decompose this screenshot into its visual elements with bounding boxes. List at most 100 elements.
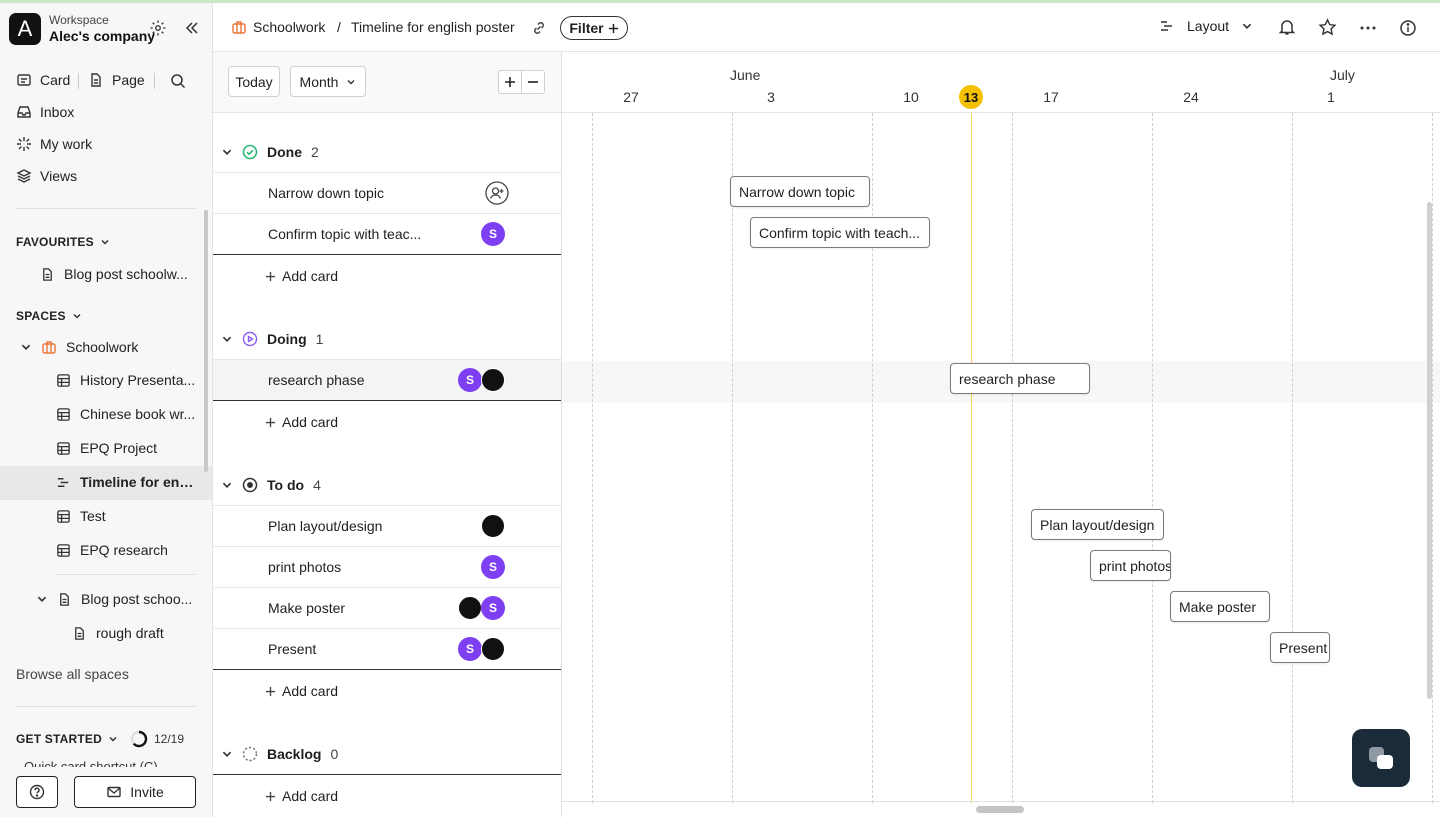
separator (154, 73, 155, 89)
sidebar-scrollbar[interactable] (204, 210, 208, 472)
space-item-chinese[interactable]: Chinese book wr... (56, 406, 198, 422)
group-name: Doing (267, 331, 307, 347)
chevron-down-icon[interactable] (221, 146, 233, 158)
space-item-timeline[interactable]: Timeline for eng... (56, 474, 198, 490)
workspace-name[interactable]: Alec's company (49, 28, 155, 44)
spaces-header[interactable]: SPACES (16, 309, 82, 323)
space-item-epq-project[interactable]: EPQ Project (56, 440, 198, 456)
timeline-bar[interactable]: research phase (950, 363, 1090, 394)
group-header-done[interactable]: Done 2 (221, 144, 319, 160)
filter-button[interactable]: Filter (560, 16, 628, 40)
space-item-history[interactable]: History Presenta... (56, 372, 198, 388)
timeline-bar[interactable]: print photos (1090, 550, 1171, 581)
nav-inbox-label: Inbox (40, 104, 75, 120)
space-item-label: Timeline for eng... (80, 474, 198, 490)
timeline-bar[interactable]: Narrow down topic (730, 176, 870, 207)
link-icon[interactable] (531, 20, 547, 36)
space-item-label: Chinese book wr... (80, 406, 196, 422)
card-row[interactable]: Narrow down topic (213, 172, 561, 213)
chat-widget-button[interactable] (1352, 729, 1410, 787)
check-circle-icon (242, 144, 258, 160)
collapse-sidebar-icon[interactable] (184, 20, 200, 36)
card-row[interactable]: print photos S (213, 546, 561, 587)
help-button[interactable] (16, 776, 58, 808)
bell-icon[interactable] (1278, 18, 1296, 36)
avatar[interactable]: S (481, 222, 505, 246)
avatar[interactable]: S (481, 596, 505, 620)
add-card-row[interactable]: Add card (213, 669, 561, 710)
quick-card-item[interactable]: Quick card shortcut (C) (0, 757, 212, 767)
star-icon[interactable] (1318, 18, 1337, 37)
add-assignee-icon[interactable] (485, 181, 509, 205)
chevron-down-icon[interactable] (221, 748, 233, 760)
avatar[interactable] (481, 514, 505, 538)
page-title[interactable]: Timeline for english poster (351, 19, 515, 35)
space-item-epq-research[interactable]: EPQ research (56, 542, 198, 558)
day-label: 27 (623, 89, 639, 105)
add-card-row[interactable]: Add card (213, 774, 561, 815)
today-marker[interactable]: 13 (959, 85, 983, 109)
card-row[interactable]: Make poster S (213, 587, 561, 628)
space-item-label: rough draft (96, 625, 164, 641)
search-icon[interactable] (170, 73, 186, 89)
timeline-bar[interactable]: Confirm topic with teach... (750, 217, 930, 248)
card-list-panel: Today Month Done 2 Narrow down topic Con… (213, 52, 562, 817)
avatar[interactable] (458, 596, 482, 620)
add-card-row[interactable]: Add card (213, 400, 561, 441)
nav-my-work[interactable]: My work (16, 136, 92, 152)
timeline-bar[interactable]: Present (1270, 632, 1330, 663)
chat-icon (1368, 746, 1396, 772)
favourite-blog-post[interactable]: Blog post schoolw... (40, 266, 196, 282)
zoom-out-button[interactable] (521, 70, 545, 94)
timeline-horizontal-scrollbar[interactable] (976, 806, 1024, 813)
timeline-vertical-scrollbar[interactable] (1427, 202, 1432, 699)
card-row[interactable]: research phase S (213, 359, 561, 400)
mail-icon (106, 784, 122, 800)
chevron-down-icon[interactable] (20, 341, 32, 353)
breadcrumb-space[interactable]: Schoolwork (253, 19, 325, 35)
avatar[interactable] (481, 637, 505, 661)
avatar[interactable]: S (458, 637, 482, 661)
card-row[interactable]: Confirm topic with teac... S (213, 213, 561, 254)
more-icon[interactable] (1359, 19, 1377, 37)
nav-views[interactable]: Views (16, 168, 77, 184)
add-card-row[interactable]: Add card (213, 254, 561, 295)
zoom-in-button[interactable] (498, 70, 522, 94)
card-title: Narrow down topic (268, 185, 384, 201)
workspace-logo[interactable]: A (9, 13, 41, 45)
nav-inbox[interactable]: Inbox (16, 104, 74, 120)
group-header-todo[interactable]: To do 4 (221, 477, 321, 493)
timeline-bar[interactable]: Make poster (1170, 591, 1270, 622)
card-row[interactable]: Present S (213, 628, 561, 669)
invite-button[interactable]: Invite (74, 776, 196, 808)
chevron-down-icon[interactable] (36, 593, 48, 605)
space-schoolwork[interactable]: Schoolwork (20, 339, 138, 355)
group-header-doing[interactable]: Doing 1 (221, 331, 323, 347)
timeline-bar[interactable]: Plan layout/design (1031, 509, 1164, 540)
favourites-header[interactable]: FAVOURITES (16, 235, 110, 249)
today-button[interactable]: Today (228, 66, 280, 97)
layout-button[interactable]: Layout (1159, 18, 1253, 34)
chevron-down-icon[interactable] (221, 333, 233, 345)
browse-all-spaces-link[interactable]: Browse all spaces (16, 666, 129, 682)
main-area: Schoolwork / Timeline for english poster… (213, 3, 1440, 817)
avatar[interactable]: S (481, 555, 505, 579)
new-page-button[interactable]: Page (88, 72, 145, 88)
play-circle-icon (242, 331, 258, 347)
new-card-button[interactable]: Card (16, 72, 70, 88)
timeline-grid[interactable]: June July 27 3 10 13 17 24 1 Narrow down… (562, 52, 1440, 817)
chevron-down-icon[interactable] (221, 479, 233, 491)
info-icon[interactable] (1399, 19, 1417, 37)
gear-icon[interactable] (149, 19, 167, 37)
card-row[interactable]: Plan layout/design (213, 505, 561, 546)
add-card-label: Add card (282, 414, 339, 430)
avatar[interactable]: S (458, 368, 482, 392)
layers-icon (16, 168, 32, 184)
group-header-backlog[interactable]: Backlog 0 (221, 746, 338, 762)
range-select[interactable]: Month (290, 66, 366, 97)
space-item-test[interactable]: Test (56, 508, 198, 524)
space-item-blog-post[interactable]: Blog post schoo... (36, 591, 198, 607)
space-item-rough-draft[interactable]: rough draft (72, 625, 198, 641)
get-started-header[interactable]: GET STARTED (16, 732, 118, 746)
avatar[interactable] (481, 368, 505, 392)
